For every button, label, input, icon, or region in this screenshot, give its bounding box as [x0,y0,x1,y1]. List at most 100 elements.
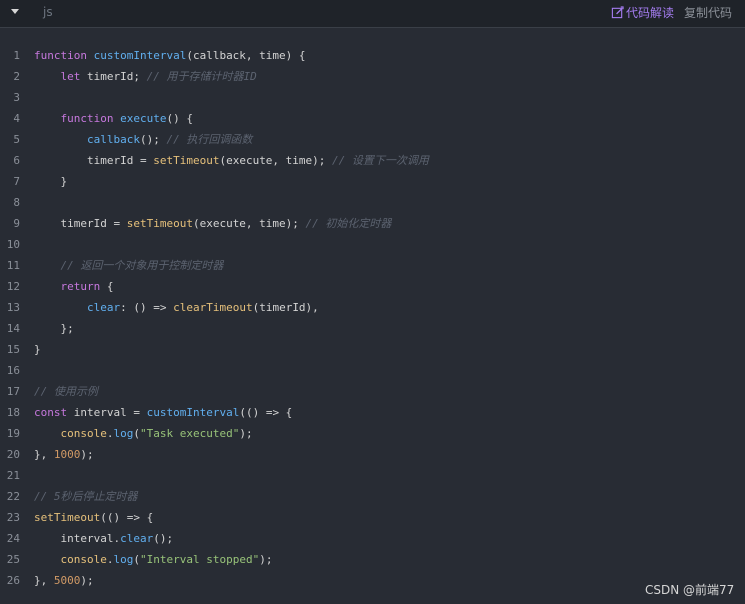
line-number: 1 [13,49,20,62]
code-line: 20}, 1000); [0,444,745,465]
code-token: // 5秒后停止定时器 [34,490,138,503]
line-number: 25 [6,553,20,566]
line-number: 7 [13,175,20,188]
code-line: 24 interval.clear(); [0,528,745,549]
caret-down-icon[interactable] [11,9,19,14]
code-text: } [34,171,67,192]
code-line: 18 const interval = customInterval(() => … [0,402,745,423]
line-number: 16 [6,364,20,377]
line-number: 22 [6,490,20,503]
code-text: let timerId; // 用于存储计时器ID [34,66,257,87]
code-token: : () => [120,301,174,314]
code-token: interval = [73,406,147,419]
code-token: (execute, time); [192,217,306,230]
code-text: }, 1000); [34,444,94,465]
code-token: (execute, time); [219,154,333,167]
code-token: }, [34,574,54,587]
code-line: 12 return { [0,276,745,297]
code-text: timerId = setTimeout(execute, time); // … [34,150,429,171]
code-token: } [34,175,68,188]
code-token: }; [34,322,74,335]
code-line: 14 }; [0,318,745,339]
code-line: 7 } [0,171,745,192]
code-token: setTimeout [153,154,220,167]
code-line: 3 [0,87,745,108]
code-token: ); [80,448,94,461]
code-token: log [113,427,134,440]
code-text: timerId = setTimeout(execute, time); // … [34,213,391,234]
line-number: 13 [6,301,20,314]
line-number: 8 [13,196,20,209]
code-explain-label: 代码解读 [626,6,675,20]
code-token: clear [86,301,121,314]
code-token: (callback, time) { [186,49,306,62]
code-token: ); [239,427,253,440]
code-area: 1 function customInterval(callback, time)… [0,45,745,591]
code-line: 26}, 5000); [0,570,745,591]
copy-code-button[interactable]: 复制代码 [684,4,732,21]
code-line: 16 [0,360,745,381]
code-token: timerId; [87,70,147,83]
code-token: // 用于存储计时器ID [146,70,257,83]
code-token: // 设置下一次调用 [332,154,429,167]
language-label: js [43,5,53,19]
code-explain-button[interactable]: 代码解读 [611,4,674,21]
code-line: 4 function execute() { [0,108,745,129]
code-line: 5 callback(); // 执行回调函数 [0,129,745,150]
code-text: console.log("Task executed"); [34,423,253,444]
code-token: 5000 [53,574,81,587]
line-number: 19 [6,427,20,440]
code-text: }; [34,318,74,339]
code-line: 10 [0,234,745,255]
code-text: console.log("Interval stopped"); [34,549,273,570]
code-text: // 5秒后停止定时器 [34,486,138,507]
code-line: 9 timerId = setTimeout(execute, time); /… [0,213,745,234]
line-number: 15 [6,343,20,356]
code-token: ( [133,427,140,440]
code-token: // 返回一个对象用于控制定时器 [60,259,224,272]
edit-icon [611,6,624,19]
code-token: setTimeout [34,511,101,524]
code-token: clear [120,532,154,545]
code-token: function [34,49,94,62]
code-token: (() => { [239,406,293,419]
code-token: return [60,280,107,293]
line-number: 18 [6,406,20,419]
code-token: timerId = [34,217,127,230]
code-text: function customInterval(callback, time) … [34,45,306,66]
code-line: 8 [0,192,745,213]
code-token: customInterval [146,406,240,419]
code-line: 19 console.log("Task executed"); [0,423,745,444]
code-token: function [60,112,121,125]
code-token: // 使用示例 [34,385,98,398]
code-token: (timerId), [252,301,319,314]
code-line: 6 timerId = setTimeout(execute, time); /… [0,150,745,171]
code-token: callback [86,133,140,146]
code-line: 15} [0,339,745,360]
line-number: 9 [13,217,20,230]
line-number: 17 [6,385,20,398]
code-token: execute [120,112,167,125]
line-number: 11 [6,259,20,272]
code-text: // 使用示例 [34,381,98,402]
code-line: 23 setTimeout(() => { [0,507,745,528]
code-token: clearTimeout [173,301,253,314]
code-token: setTimeout [126,217,193,230]
code-text: callback(); // 执行回调函数 [34,129,252,150]
code-token: } [34,343,41,356]
line-number: 5 [13,133,20,146]
code-token: console [60,553,107,566]
line-number: 21 [6,469,20,482]
code-token: (); [153,532,174,545]
code-token: }, [34,448,54,461]
code-token: "Interval stopped" [139,553,260,566]
watermark: CSDN @前端77 [645,583,735,597]
